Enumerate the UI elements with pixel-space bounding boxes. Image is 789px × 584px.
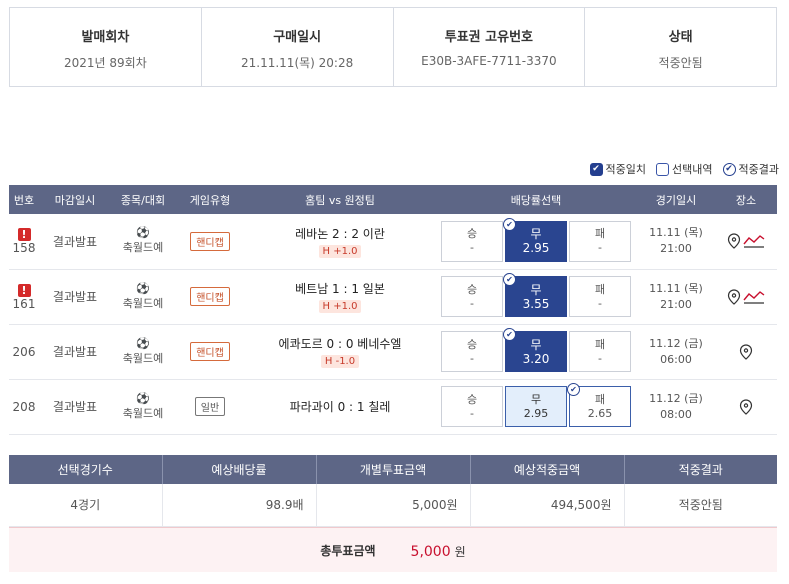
expected-payout: 494,500원 [470,484,625,527]
bet-amount: 5,000원 [316,484,471,527]
game-number: 206 [9,324,39,380]
table-row: 206 결과발표 ⚽ 축월드예 핸디캡 에콰도르 0 : 0 베네수엘 H -1.0… [9,324,777,380]
summary-table: 선택경기수 예상배당률 개별투표금액 예상적중금액 적중결과 4경기 98.9배… [9,455,777,527]
table-row: ! 161 결과발표 ⚽ 축월드예 핸디캡 베트남 1 : 1 일본 H +1.0 승… [9,269,777,325]
odds-selector: 승- ✔ 무 2.95 패- [435,217,637,262]
total-amount: 5,000 [410,543,451,560]
check-circle-icon: ✔ [503,217,516,231]
match: 레바논 2 : 2 이란 H +1.0 [245,214,435,270]
ticket-info-bar: 발매회차 2021년 89회차 구매일시 21.11.11(목) 20:28 투표권… [9,7,777,87]
status-cell: 상태 적중안됨 [658,30,703,70]
odds-lose-button[interactable]: 패- [569,331,631,372]
odds-lose-button[interactable]: 패- [569,220,631,262]
hit-result: 적중안됨 [624,484,777,527]
sport: ⚽ 축월드예 [111,324,175,380]
filter-hit-result[interactable]: ✔ 적중결과 [722,161,779,177]
stats-graph-icon[interactable] [743,234,765,248]
match-datetime: 11.12 (금) 06:00 [637,324,715,380]
stats-graph-icon[interactable] [743,290,765,304]
game-type-badge: 핸디캡 [190,342,230,361]
round-cell: 발매회차 2021년 89회차 [10,8,202,86]
game-type-badge: 핸디캡 [190,287,230,306]
soccer-ball-icon: ⚽ [136,391,150,405]
table-row: 208 결과발표 ⚽ 축월드예 일반 파라과이 0 : 1 칠레 승- 무 2.95… [9,379,777,435]
location-pin-icon[interactable] [727,233,741,250]
handicap-badge: H +1.0 [318,300,362,313]
deadline: 결과발표 [39,269,111,325]
game-type-badge: 일반 [194,397,226,416]
total-unit: 원 [454,544,466,559]
odds-selector: 승- ✔ 무 3.55 패- [435,273,637,317]
odds-lose-button[interactable]: ✔ 패 2.65 [567,383,631,427]
selected-games: 4경기 [9,484,163,527]
deadline: 결과발표 [39,214,111,270]
odds-selector: 승- ✔ 무 3.20 패- [435,328,637,372]
odds-draw-button[interactable]: ✔ 무 3.55 [503,273,567,317]
result-filter: ✔ 적중일치 선택내역 ✔ 적중결과 [589,161,779,177]
ticket-id-cell: 투표권 고유번호 E30B-3AFE-7711-3370 [394,8,586,86]
table-header-row: 번호 마감일시 종목/대회 게임유형 홈팀 vs 원정팀 배당률선택 경기일시 … [9,185,777,214]
check-circle-icon: ✔ [567,383,580,396]
deadline: 결과발표 [39,379,111,435]
match: 에콰도르 0 : 0 베네수엘 H -1.0 [245,324,435,380]
expected-odds: 98.9배 [162,484,317,527]
sport: ⚽ 축월드예 [111,214,175,270]
sport: ⚽ 축월드예 [111,379,175,435]
deadline: 결과발표 [39,324,111,380]
purchase-date-cell: 구매일시 21.11.11(목) 20:28 [202,8,394,86]
match-datetime: 11.12 (금) 08:00 [637,379,715,435]
odds-win-button[interactable]: 승- [441,386,503,427]
location-pin-icon[interactable] [739,343,753,360]
summary-header-row: 선택경기수 예상배당률 개별투표금액 예상적중금액 적중결과 [9,455,777,484]
sport: ⚽ 축월드예 [111,269,175,325]
soccer-ball-icon: ⚽ [136,281,150,295]
checkbox-empty-icon[interactable] [656,162,670,176]
check-circle-icon[interactable]: ✔ [722,162,736,176]
odds-win-button[interactable]: 승- [441,220,503,262]
odds-draw-button[interactable]: ✔ 무 2.95 [503,217,567,262]
alert-icon: ! [17,283,31,297]
check-circle-icon: ✔ [503,328,516,341]
odds-selector: 승- 무 2.95 ✔ 패 2.65 [435,383,637,427]
total-label: 총투표금액 [320,543,376,558]
handicap-badge: H -1.0 [320,355,360,368]
handicap-badge: H +1.0 [318,244,362,258]
match-datetime: 11.11 (목) 21:00 [637,269,715,325]
bet-detail-table: 번호 마감일시 종목/대회 게임유형 홈팀 vs 원정팀 배당률선택 경기일시 … [9,185,777,435]
odds-draw-button[interactable]: 무 2.95 [505,386,567,427]
soccer-ball-icon: ⚽ [136,226,150,240]
odds-win-button[interactable]: 승- [441,331,503,372]
table-row: ! 158 결과발표 ⚽ 축월드예 핸디캡 레바논 2 : 2 이란 H +1.0 승… [9,214,777,270]
match-datetime: 11.11 (목) 21:00 [637,214,715,270]
game-number: 208 [9,379,39,435]
filter-hit-match[interactable]: ✔ 적중일치 [589,161,646,177]
summary-row: 4경기 98.9배 5,000원 494,500원 적중안됨 [9,484,777,527]
match: 파라과이 0 : 1 칠레 [245,379,435,435]
checkbox-checked-icon[interactable]: ✔ [589,162,603,176]
alert-icon: ! [17,228,31,242]
odds-lose-button[interactable]: 패- [569,276,631,317]
game-type-badge: 핸디캡 [190,231,230,251]
soccer-ball-icon: ⚽ [136,336,150,350]
check-circle-icon: ✔ [503,273,516,286]
game-number: ! 158 [9,214,39,270]
filter-selection[interactable]: 선택내역 [656,161,713,177]
game-number: ! 161 [9,269,39,325]
odds-draw-button[interactable]: ✔ 무 3.20 [503,328,567,372]
location-pin-icon[interactable] [739,398,753,415]
location-pin-icon[interactable] [727,288,741,305]
odds-win-button[interactable]: 승- [441,276,503,317]
total-bet-bar: 총투표금액 5,000 원 [9,527,777,572]
match: 베트남 1 : 1 일본 H +1.0 [245,269,435,325]
